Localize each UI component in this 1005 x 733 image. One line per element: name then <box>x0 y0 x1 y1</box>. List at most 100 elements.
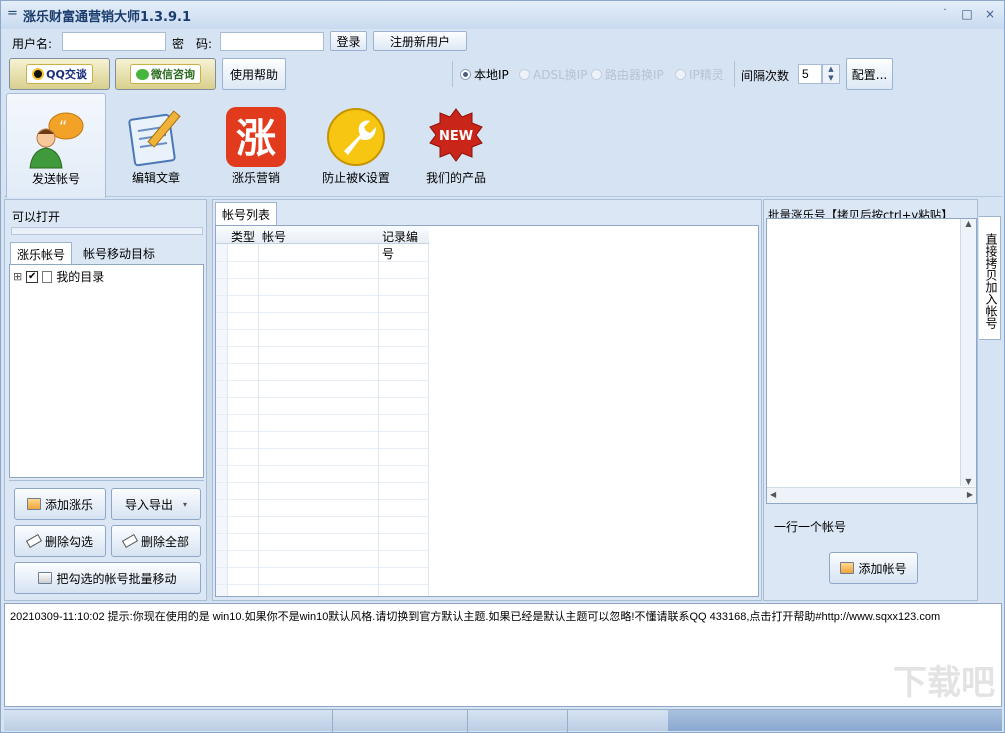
tree-item-label: 我的目录 <box>56 270 105 284</box>
delete-all-button[interactable]: 删除全部 <box>111 525 201 557</box>
log-line: 20210309-11:10:02 提示:你现在使用的是 win10.如果你不是… <box>10 611 941 623</box>
password-label: 密 码: <box>172 37 213 51</box>
horizontal-scrollbar[interactable]: ◀ ▶ <box>767 487 976 503</box>
tab-move-target[interactable]: 帐号移动目标 <box>77 242 161 265</box>
radio-ip-elf[interactable]: IP精灵 <box>675 66 724 83</box>
tab-edit-article[interactable]: 编辑文章 <box>106 93 206 197</box>
row-indicator-column <box>216 226 228 596</box>
tab-direct-copy-add[interactable]: 直接拷贝加入帐号 <box>979 216 1001 340</box>
minimize-icon[interactable]: ˙ <box>937 7 953 21</box>
column-header-account[interactable]: 帐号 <box>262 228 286 245</box>
close-icon[interactable]: × <box>982 7 998 21</box>
grid-header: 类型 帐号 记录编号 <box>216 226 429 261</box>
right-panel: 批量涨乐号【拷贝后按ctrl+v粘贴】 ▲ ▼ ◀ ▶ 一行一个帐号 添加帐号 <box>763 199 978 601</box>
tab-our-products[interactable]: NEW 我们的产品 <box>406 93 506 197</box>
add-account-button[interactable]: 添加帐号 <box>829 552 918 584</box>
radio-dot <box>675 69 686 80</box>
login-button-label: 登录 <box>336 34 361 49</box>
system-menu-icon[interactable]: = <box>7 6 18 21</box>
tab-zhangle-account-label: 涨乐帐号 <box>17 248 66 262</box>
add-icon <box>26 498 41 510</box>
help-button[interactable]: 使用帮助 <box>222 58 286 90</box>
grid-column <box>259 226 379 596</box>
interval-input[interactable] <box>798 64 822 84</box>
radio-dot <box>591 69 602 80</box>
wrench-icon <box>327 108 385 166</box>
radio-adsl-ip[interactable]: ADSL换IP <box>519 66 588 83</box>
help-button-label: 使用帮助 <box>229 67 278 82</box>
tab-anti-k-settings[interactable]: 防止被K设置 <box>306 93 406 197</box>
scroll-down-icon[interactable]: ▼ <box>961 477 976 486</box>
grid-row-line <box>216 312 429 313</box>
radio-local-ip-label: 本地IP <box>474 68 509 82</box>
qq-chat-button-label: QQ交谈 <box>46 68 87 81</box>
add-icon <box>840 562 855 574</box>
tab-zhangle-marketing-label: 涨乐营销 <box>231 171 280 185</box>
register-button-label: 注册新用户 <box>389 34 450 49</box>
batch-move-button-label: 把勾选的帐号批量移动 <box>56 571 177 586</box>
status-divider <box>332 710 333 732</box>
toolbar-divider <box>452 61 453 87</box>
column-header-type[interactable]: 类型 <box>231 228 255 245</box>
account-grid[interactable]: 类型 帐号 记录编号 <box>215 225 759 597</box>
wechat-button[interactable]: 微信咨询 <box>115 58 216 90</box>
interval-label: 间隔次数 <box>741 69 790 83</box>
radio-adsl-ip-label: ADSL换IP <box>533 68 588 82</box>
batch-move-button[interactable]: 把勾选的帐号批量移动 <box>14 562 201 594</box>
scroll-left-icon[interactable]: ◀ <box>770 490 776 499</box>
zhangle-glyph: 涨 <box>236 116 276 162</box>
delete-all-button-label: 删除全部 <box>140 534 189 549</box>
qq-chat-button[interactable]: QQ交谈 <box>9 58 110 90</box>
login-button[interactable]: 登录 <box>330 31 367 51</box>
grid-row-line <box>216 363 429 364</box>
maximize-icon[interactable]: □ <box>959 7 975 21</box>
grid-row-line <box>216 329 429 330</box>
eraser-icon <box>121 534 139 548</box>
tab-account-list[interactable]: 帐号列表 <box>215 202 278 226</box>
register-button[interactable]: 注册新用户 <box>373 31 467 51</box>
tab-zhangle-account[interactable]: 涨乐帐号 <box>10 242 73 266</box>
one-per-line-hint: 一行一个帐号 <box>774 520 847 534</box>
delete-checked-button[interactable]: 删除勾选 <box>14 525 106 557</box>
tree-checkbox[interactable]: ✔ <box>26 270 39 283</box>
add-zhangle-button-label: 添加涨乐 <box>44 497 93 512</box>
status-divider <box>467 710 468 732</box>
left-panel-header: 可以打开 <box>12 210 61 224</box>
spin-up-icon[interactable]: ▲ <box>823 65 839 74</box>
import-export-button[interactable]: 导入导出 ▾ <box>111 488 201 520</box>
left-panel: 可以打开 涨乐帐号 帐号移动目标 ⊞ ✔ 我的目录 添加涨乐 导入导出 ▾ 删除勾… <box>4 199 207 601</box>
tab-send-account[interactable]: “ 发送帐号 <box>6 93 106 198</box>
radio-local-ip[interactable]: 本地IP <box>460 66 509 83</box>
tab-move-target-label: 帐号移动目标 <box>83 247 156 261</box>
radio-router-ip-label: 路由器换IP <box>605 68 664 82</box>
radio-ip-elf-label: IP精灵 <box>689 68 724 82</box>
status-divider <box>567 710 568 732</box>
config-button[interactable]: 配置... <box>846 58 893 90</box>
radio-router-ip[interactable]: 路由器换IP <box>591 66 664 83</box>
username-input[interactable] <box>62 32 166 51</box>
scroll-up-icon[interactable]: ▲ <box>961 219 976 228</box>
watermark-text: 下载吧 <box>893 663 995 703</box>
add-zhangle-button[interactable]: 添加涨乐 <box>14 488 106 520</box>
scroll-right-icon[interactable]: ▶ <box>967 490 973 499</box>
vertical-scrollbar[interactable]: ▲ ▼ <box>960 219 976 486</box>
move-icon <box>38 572 53 584</box>
spin-down-icon[interactable]: ▼ <box>823 74 839 83</box>
interval-spinner[interactable]: ▲ ▼ <box>822 64 840 84</box>
log-area[interactable]: 20210309-11:10:02 提示:你现在使用的是 win10.如果你不是… <box>4 603 1002 707</box>
svg-text:“: “ <box>59 117 67 136</box>
edit-article-icon <box>128 110 181 167</box>
tab-zhangle-marketing[interactable]: 涨 涨乐营销 <box>206 93 306 197</box>
column-header-record-no[interactable]: 记录编号 <box>382 228 429 262</box>
batch-account-textarea[interactable]: ▲ ▼ ◀ ▶ <box>766 218 977 504</box>
grid-row-line <box>216 533 429 534</box>
grid-row-line <box>216 499 429 500</box>
config-button-label: 配置... <box>851 67 888 82</box>
grid-row-line <box>216 278 429 279</box>
grid-row-line <box>216 448 429 449</box>
account-tree[interactable]: ⊞ ✔ 我的目录 <box>9 264 204 478</box>
password-input[interactable] <box>220 32 324 51</box>
tree-expand-icon[interactable]: ⊞ <box>13 270 22 283</box>
tree-item[interactable]: ⊞ ✔ 我的目录 <box>13 268 104 285</box>
window-title: 涨乐财富通营销大师1.3.9.1 <box>23 10 191 25</box>
